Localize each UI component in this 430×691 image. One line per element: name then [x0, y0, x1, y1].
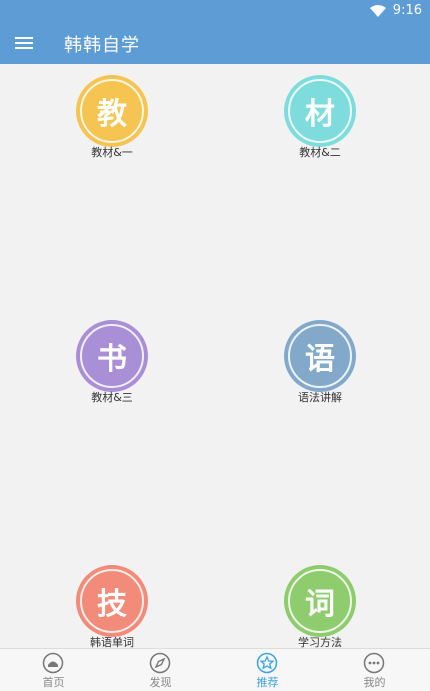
tile-grammar[interactable]: 语 语法讲解 [250, 320, 390, 410]
tab-label: 首页 [42, 676, 65, 689]
app-bar: 韩韩自学 [0, 22, 430, 64]
tab-label: 我的 [363, 676, 386, 689]
tile-glyph: 书 [97, 342, 127, 377]
status-bar: 9:16 [0, 0, 430, 22]
tile-label: 教材&二 [299, 146, 341, 159]
tile-glyph: 技 [97, 587, 127, 622]
tile-glyph: 材 [305, 97, 335, 132]
tab-label: 发现 [149, 676, 172, 689]
tab-recommend[interactable]: 推荐 [214, 649, 321, 691]
tile-label: 语法讲解 [298, 391, 342, 404]
tile-glyph: 词 [305, 587, 335, 622]
tile-vocabulary[interactable]: 技 韩语单词 [42, 565, 182, 655]
tile-study-methods[interactable]: 词 学习方法 [250, 565, 390, 655]
wifi-icon [370, 5, 386, 17]
tile-glyph: 教 [97, 97, 127, 132]
textbook-3-icon: 书 [76, 320, 148, 392]
tab-label: 推荐 [256, 676, 279, 689]
vocabulary-icon: 技 [76, 565, 148, 637]
tab-mine[interactable]: 我的 [321, 649, 428, 691]
tile-textbook-2[interactable]: 材 教材&二 [250, 75, 390, 165]
menu-button[interactable] [12, 31, 36, 55]
tab-discover[interactable]: 发现 [107, 649, 214, 691]
tile-label: 教材&三 [91, 391, 133, 404]
app-title: 韩韩自学 [64, 35, 140, 56]
grammar-icon: 语 [284, 320, 356, 392]
tile-textbook-1[interactable]: 教 教材&一 [42, 75, 182, 165]
star-icon [256, 652, 278, 674]
study-methods-icon: 词 [284, 565, 356, 637]
more-icon [363, 652, 385, 674]
compass-icon [149, 652, 171, 674]
tab-home[interactable]: 首页 [0, 649, 107, 691]
status-time: 9:16 [392, 3, 422, 18]
menu-icon [15, 37, 33, 39]
tile-textbook-3[interactable]: 书 教材&三 [42, 320, 182, 410]
tile-label: 教材&一 [91, 146, 133, 159]
tile-glyph: 语 [305, 342, 335, 377]
textbook-2-icon: 材 [284, 75, 356, 147]
bottom-nav: 首页 发现 推荐 我的 [0, 648, 430, 691]
home-icon [42, 652, 64, 674]
textbook-1-icon: 教 [76, 75, 148, 147]
